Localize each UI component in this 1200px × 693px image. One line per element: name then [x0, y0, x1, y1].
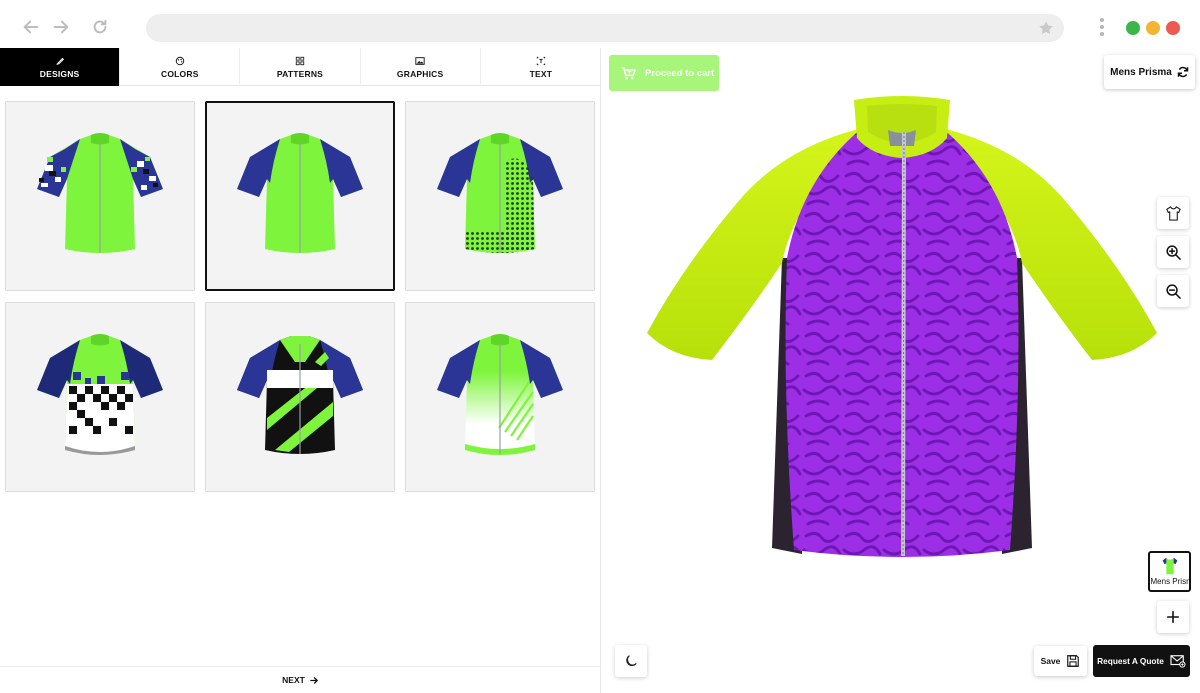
- mail-icon: [1170, 655, 1186, 668]
- tab-designs[interactable]: DESIGNS: [0, 48, 121, 86]
- grid-icon: [295, 56, 305, 65]
- model-thumbnail[interactable]: Mens Prisma: [1148, 551, 1191, 592]
- save-label: Save: [1040, 656, 1061, 666]
- image-icon: [415, 56, 425, 65]
- jersey-thumbnail: [437, 133, 563, 253]
- palette-icon: [175, 56, 184, 65]
- tab-label: TEXT: [529, 68, 553, 79]
- tab-label: DESIGNS: [39, 68, 80, 79]
- tab-graphics[interactable]: GRAPHICS: [361, 48, 481, 86]
- design-card-diagonal-stripes[interactable]: [205, 302, 395, 492]
- dark-mode-toggle[interactable]: [615, 645, 647, 677]
- more-vertical-icon[interactable]: [1098, 16, 1106, 40]
- forward-arrow-icon[interactable]: [50, 16, 72, 38]
- jersey-thumbnail: [437, 334, 563, 455]
- next-button[interactable]: NEXT: [0, 666, 601, 693]
- back-arrow-icon[interactable]: [20, 16, 42, 38]
- zoom-in-button[interactable]: [1157, 236, 1189, 268]
- designer-tabs: DESIGNS COLORS PATTERNS GRAPHICS TEXT: [0, 48, 601, 86]
- quote-label: Request A Quote: [1097, 656, 1164, 666]
- next-label: NEXT: [282, 675, 305, 685]
- zoom-out-icon: [1165, 283, 1181, 299]
- design-card-diagonal-fade[interactable]: [405, 302, 595, 492]
- browser-chrome: [0, 0, 1200, 48]
- thumbnail-label: Mens Prisma: [1150, 577, 1189, 586]
- floppy-disk-icon: [1067, 655, 1080, 667]
- jersey-thumbnail: [237, 133, 363, 253]
- model-label: Mens Prisma: [1110, 66, 1172, 78]
- shirt-view-button[interactable]: [1157, 197, 1189, 229]
- preview-panel: Proceed to cart Mens Prisma Mens Pris Sa…: [602, 48, 1200, 693]
- proceed-label: Proceed to cart: [645, 67, 715, 79]
- request-quote-button[interactable]: Request A Quote: [1093, 645, 1190, 677]
- design-card-pixel-fade[interactable]: [5, 302, 195, 492]
- jersey-3d-preview: [647, 96, 1157, 557]
- plus-icon: [1166, 610, 1180, 624]
- arrow-right-icon: [310, 676, 318, 684]
- address-bar[interactable]: [146, 14, 1064, 42]
- reload-icon[interactable]: [89, 16, 111, 38]
- text-icon: [536, 56, 546, 65]
- add-model-button[interactable]: [1157, 601, 1189, 633]
- jersey-thumbnail-icon: [1162, 557, 1177, 575]
- save-button[interactable]: Save: [1034, 646, 1087, 676]
- window-close-dot[interactable]: [1166, 21, 1180, 35]
- shirt-icon: [1165, 205, 1181, 221]
- tab-text[interactable]: TEXT: [481, 48, 601, 86]
- brush-icon: [56, 57, 64, 65]
- window-minimize-dot[interactable]: [1146, 21, 1160, 35]
- design-card-halftone-side[interactable]: [405, 101, 595, 291]
- tab-patterns[interactable]: PATTERNS: [240, 48, 361, 86]
- tab-label: GRAPHICS: [396, 68, 444, 79]
- tab-colors[interactable]: COLORS: [120, 48, 241, 86]
- cart-plus-icon: [621, 66, 636, 79]
- jersey-thumbnail: [37, 133, 163, 253]
- design-card-camo-sleeves[interactable]: [5, 101, 195, 291]
- designer-left-panel: DESIGNS COLORS PATTERNS GRAPHICS TEXT NE…: [0, 48, 601, 693]
- moon-icon: [626, 655, 637, 667]
- tab-label: PATTERNS: [276, 68, 324, 79]
- window-maximize-dot[interactable]: [1126, 21, 1140, 35]
- tab-label: COLORS: [161, 68, 199, 79]
- model-switch-button[interactable]: Mens Prisma: [1104, 55, 1195, 89]
- jersey-thumbnail: [237, 336, 363, 454]
- star-icon[interactable]: [1038, 20, 1054, 36]
- refresh-icon: [1177, 66, 1189, 78]
- design-card-plain-raglan[interactable]: [205, 101, 395, 291]
- zoom-in-icon: [1165, 244, 1181, 260]
- jersey-thumbnail: [37, 334, 163, 455]
- zoom-out-button[interactable]: [1157, 275, 1189, 307]
- proceed-to-cart-button[interactable]: Proceed to cart: [609, 55, 719, 91]
